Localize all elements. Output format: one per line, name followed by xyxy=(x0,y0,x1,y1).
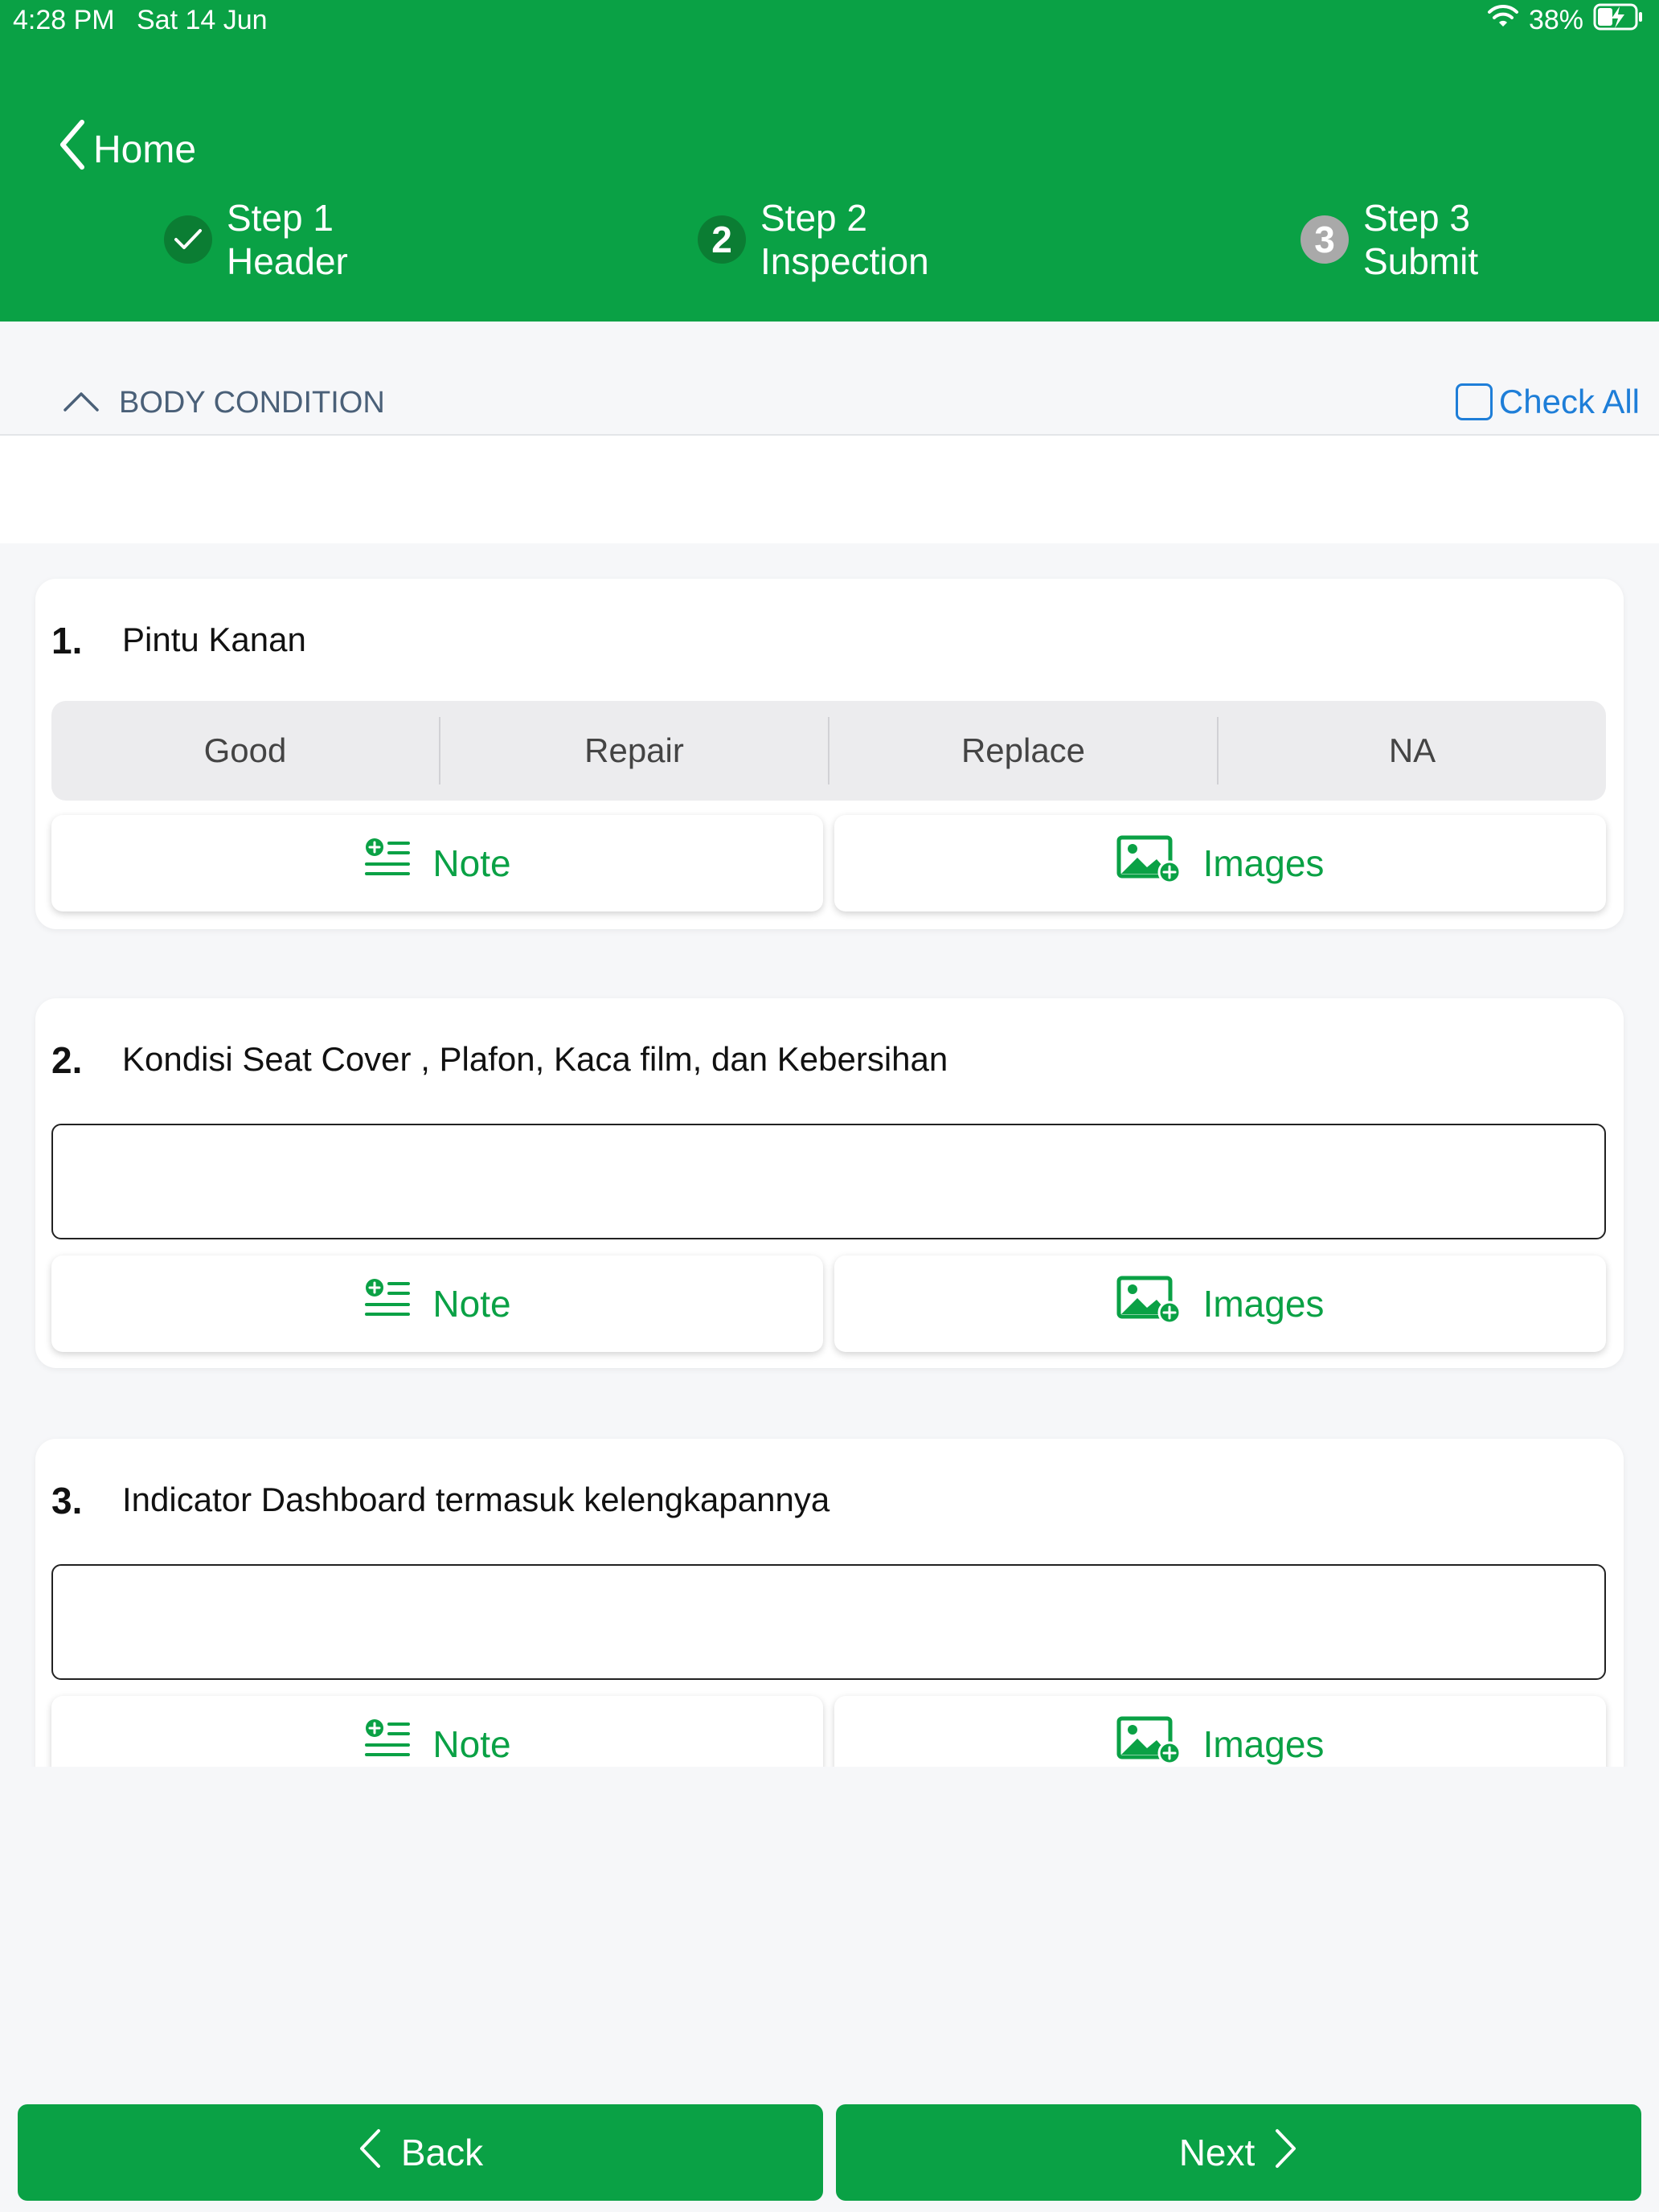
condition-text-input[interactable] xyxy=(51,1564,1606,1680)
note-label: Note xyxy=(432,1723,511,1765)
option-replace[interactable]: Replace xyxy=(828,717,1217,784)
question-card: 3. Indicator Dashboard termasuk kelengka… xyxy=(35,1439,1624,1767)
condition-text-input[interactable] xyxy=(51,1124,1606,1239)
note-label: Note xyxy=(432,1283,511,1325)
condition-selector[interactable]: Good Repair Replace NA xyxy=(51,701,1606,801)
next-button[interactable]: Next xyxy=(836,2104,1641,2201)
images-button[interactable]: Images xyxy=(834,1256,1606,1352)
question-text: Indicator Dashboard termasuk kelengkapan… xyxy=(122,1481,830,1518)
add-note-icon xyxy=(363,837,412,891)
question-text: Kondisi Seat Cover , Plafon, Kaca film, … xyxy=(122,1040,948,1078)
images-label: Images xyxy=(1202,1283,1325,1325)
add-note-icon xyxy=(363,1277,412,1331)
chevron-right-icon xyxy=(1274,2128,1298,2177)
back-label: Back xyxy=(400,2132,484,2173)
option-repair[interactable]: Repair xyxy=(439,717,828,784)
images-button[interactable]: Images xyxy=(834,1696,1606,1767)
note-button[interactable]: Note xyxy=(51,1256,823,1352)
add-note-icon xyxy=(363,1718,412,1768)
question-card: 2. Kondisi Seat Cover , Plafon, Kaca fil… xyxy=(35,998,1624,1368)
add-image-icon xyxy=(1116,835,1182,892)
question-number: 3. xyxy=(51,1480,83,1522)
question-number: 2. xyxy=(51,1039,83,1081)
note-label: Note xyxy=(432,842,511,884)
question-text: Pintu Kanan xyxy=(122,621,306,658)
question-number: 1. xyxy=(51,620,83,662)
images-label: Images xyxy=(1202,842,1325,884)
option-good[interactable]: Good xyxy=(51,717,439,784)
note-button[interactable]: Note xyxy=(51,815,823,911)
question-card: 1. Pintu Kanan Good Repair Replace NA No… xyxy=(35,579,1624,929)
images-button[interactable]: Images xyxy=(834,815,1606,911)
back-button[interactable]: Back xyxy=(18,2104,823,2201)
images-label: Images xyxy=(1202,1723,1325,1765)
add-image-icon xyxy=(1116,1276,1182,1333)
questions-scroll-area[interactable]: 1. Pintu Kanan Good Repair Replace NA No… xyxy=(0,0,1659,1767)
next-label: Next xyxy=(1178,2132,1256,2173)
add-image-icon xyxy=(1116,1716,1182,1768)
option-na[interactable]: NA xyxy=(1217,717,1606,784)
chevron-left-icon xyxy=(358,2128,382,2177)
note-button[interactable]: Note xyxy=(51,1696,823,1767)
